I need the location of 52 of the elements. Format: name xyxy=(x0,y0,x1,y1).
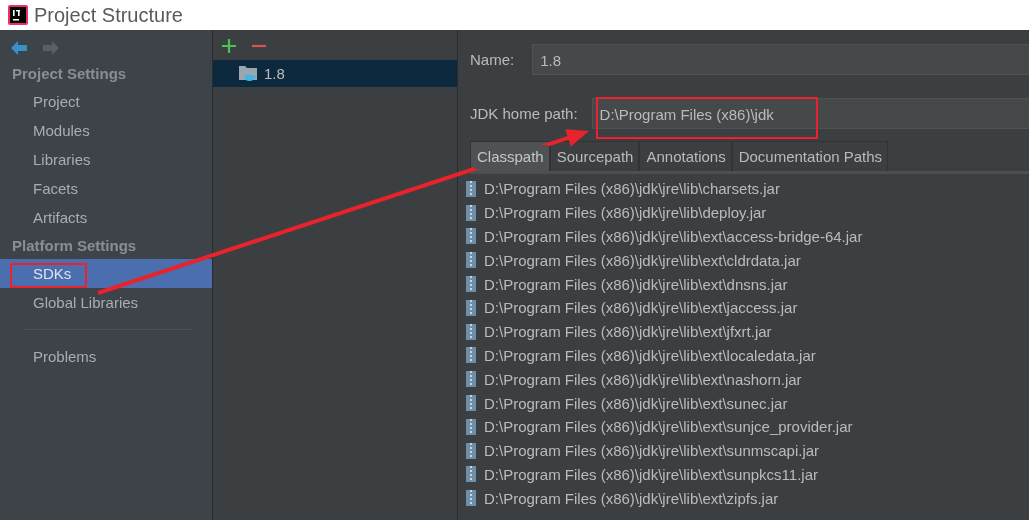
classpath-entry[interactable]: D:\Program Files (x86)\jdk\jre\lib\ext\nashorn.jar xyxy=(484,370,802,388)
jar-icon xyxy=(466,252,476,269)
sidebar-item[interactable]: Modules xyxy=(0,116,212,145)
jdk-home-path-label: JDK home path: xyxy=(470,105,578,122)
jar-icon xyxy=(466,466,476,483)
add-icon[interactable] xyxy=(221,38,237,54)
jar-icon xyxy=(466,347,476,364)
sdk-list-item[interactable]: 1.8 xyxy=(213,60,457,87)
window-title: Project Structure xyxy=(34,3,183,27)
jar-icon xyxy=(466,490,476,507)
section-heading: Project Settings xyxy=(11,64,128,84)
sidebar-item[interactable]: Libraries xyxy=(0,145,212,174)
classpath-entry[interactable]: D:\Program Files (x86)\jdk\jre\lib\charsets.jar xyxy=(484,180,780,198)
sidebar-item[interactable]: Global Libraries xyxy=(0,288,212,317)
jar-icon xyxy=(466,204,476,221)
jar-icon xyxy=(466,323,476,340)
jar-icon xyxy=(466,299,476,316)
name-label: Name: xyxy=(470,51,515,68)
classpath-entry[interactable]: D:\Program Files (x86)\jdk\jre\lib\ext\cldrdata.jar xyxy=(484,251,801,269)
forward-arrow-icon[interactable] xyxy=(42,40,60,56)
jar-icon xyxy=(466,395,476,412)
classpath-entry[interactable]: D:\Program Files (x86)\jdk\jre\lib\ext\jaccess.jar xyxy=(484,299,798,317)
app-logo-icon xyxy=(8,5,28,25)
jar-icon xyxy=(466,418,476,435)
sidebar-item[interactable]: Problems xyxy=(0,342,212,371)
classpath-entry[interactable]: D:\Program Files (x86)\jdk\jre\lib\deploy.jar xyxy=(484,204,767,222)
sidebar-item[interactable]: Facets xyxy=(0,174,212,203)
jar-icon xyxy=(466,442,476,459)
classpath-entry[interactable]: D:\Program Files (x86)\jdk\jre\lib\ext\jfxrt.jar xyxy=(484,323,772,341)
tab[interactable]: Annotations xyxy=(639,141,732,171)
jar-icon xyxy=(466,228,476,245)
tab[interactable]: Documentation Paths xyxy=(731,141,889,171)
sidebar-item[interactable]: SDKs xyxy=(0,259,212,288)
classpath-entry[interactable]: D:\Program Files (x86)\jdk\jre\lib\ext\sunjce_provider.jar xyxy=(484,418,853,436)
classpath-entry[interactable]: D:\Program Files (x86)\jdk\jre\lib\ext\sunmscapi.jar xyxy=(484,442,820,460)
jar-icon xyxy=(466,371,476,388)
sidebar-item[interactable]: Artifacts xyxy=(0,203,212,232)
tab[interactable]: Sourcepath xyxy=(549,141,640,171)
jar-icon xyxy=(466,180,476,197)
jdk-home-path-field[interactable]: D:\Program Files (x86)\jdk xyxy=(591,98,1029,129)
classpath-entry[interactable]: D:\Program Files (x86)\jdk\jre\lib\ext\sunec.jar xyxy=(484,394,788,412)
classpath-entry[interactable]: D:\Program Files (x86)\jdk\jre\lib\ext\zipfs.jar xyxy=(484,489,779,507)
classpath-entry[interactable]: D:\Program Files (x86)\jdk\jre\lib\ext\access-bridge-64.jar xyxy=(484,228,863,245)
classpath-entry[interactable]: D:\Program Files (x86)\jdk\jre\lib\ext\sunpkcs11.jar xyxy=(484,465,818,483)
sidebar-item[interactable]: Project xyxy=(0,87,212,116)
classpath-entry[interactable]: D:\Program Files (x86)\jdk\jre\lib\ext\localedata.jar xyxy=(484,346,816,364)
back-arrow-icon[interactable] xyxy=(10,40,28,56)
name-field[interactable]: 1.8 xyxy=(532,44,1029,75)
classpath-entry[interactable]: D:\Program Files (x86)\jdk\jre\lib\ext\dnsns.jar xyxy=(484,275,788,293)
jdk-folder-icon xyxy=(239,65,258,82)
jar-icon xyxy=(466,276,476,293)
section-heading: Platform Settings xyxy=(11,236,138,256)
